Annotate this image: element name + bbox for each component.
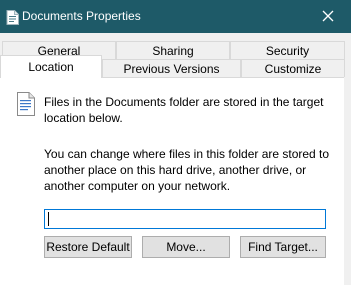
tab-location[interactable]: Location [0,55,102,78]
tab-strip: General Sharing Security Previous Versio… [0,33,351,78]
location-panel: Files in the Documents folder are stored… [0,77,344,285]
title-bar: Documents Properties [0,0,351,33]
window-title: Documents Properties [22,9,141,23]
close-button[interactable] [305,0,351,33]
close-icon [322,10,334,22]
text-caret [48,212,49,226]
location-description: Files in the Documents folder are stored… [44,95,324,125]
tab-security[interactable]: Security [230,41,345,60]
folder-document-icon [6,10,19,25]
restore-default-button[interactable]: Restore Default [44,236,132,258]
location-help-text: You can change where files in this folde… [44,147,330,193]
tab-previous-versions[interactable]: Previous Versions [102,59,241,78]
tab-sharing[interactable]: Sharing [116,41,230,60]
document-icon [16,91,36,117]
tab-customize[interactable]: Customize [241,59,345,78]
dialog-edge [344,77,351,285]
move-button[interactable]: Move... [142,236,230,258]
find-target-button[interactable]: Find Target... [240,236,326,258]
target-path-input[interactable] [44,209,326,229]
